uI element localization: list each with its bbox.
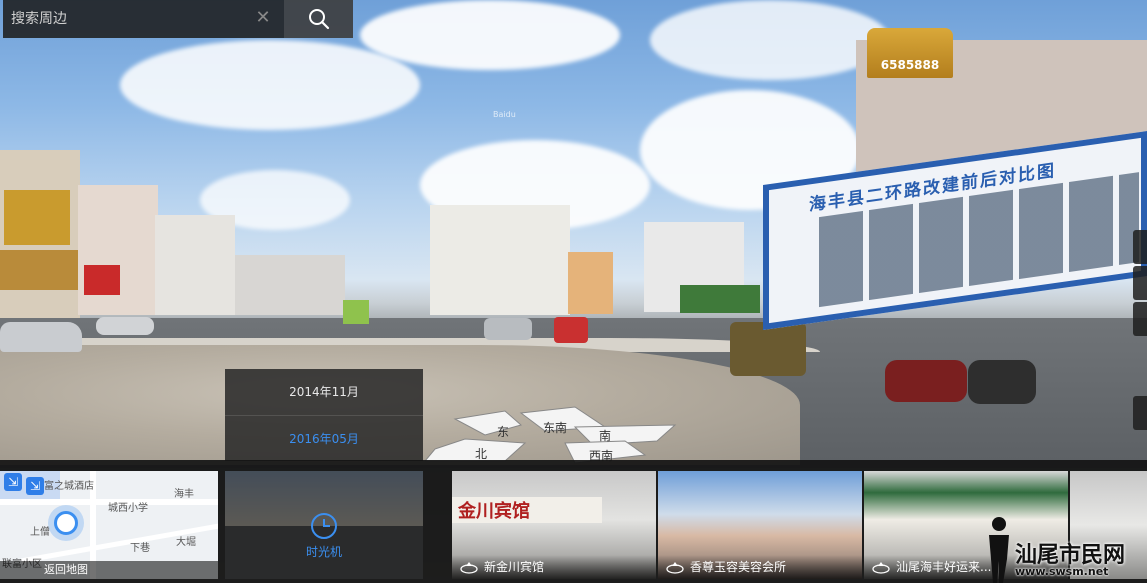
motorbike — [968, 360, 1036, 404]
time-machine-label: 时光机 — [305, 545, 342, 559]
cloud — [120, 40, 420, 130]
person-silhouette-icon — [989, 517, 1009, 583]
direction-compass: 东 东南 南 北 西南 — [423, 405, 695, 465]
building — [78, 185, 158, 315]
car — [484, 318, 532, 340]
map-label: 大堀 — [176, 537, 196, 548]
shop-sign: 金川宾馆 — [458, 501, 530, 522]
date-option-2016-05[interactable]: 2016年05月 — [225, 415, 423, 461]
building — [0, 150, 80, 320]
map-label: 城西小学 — [108, 503, 148, 514]
nearby-thumbnail[interactable]: 金川宾馆 新金川宾馆 — [452, 471, 656, 579]
site-logo: 汕尾市民网 www.swsm.net — [985, 515, 1147, 583]
thumbnail-caption: 新金川宾馆 — [452, 555, 656, 579]
street-view-icon — [872, 562, 890, 574]
map-label: 上僧 — [30, 527, 50, 538]
bus — [343, 300, 369, 324]
arrow-east[interactable] — [453, 410, 523, 436]
watermark: Baidu — [493, 110, 516, 119]
compass-label-southeast: 东南 — [543, 421, 568, 435]
time-machine-button[interactable]: 时光机 — [225, 471, 423, 579]
current-location-icon — [54, 511, 78, 535]
search-box: ✕ — [3, 0, 284, 38]
building — [235, 255, 345, 315]
cloud — [650, 0, 890, 80]
building — [430, 205, 570, 315]
building — [568, 252, 613, 314]
map-pin-icon[interactable]: ⇲ — [26, 477, 44, 495]
compass-label-east: 东 — [497, 425, 510, 439]
search-icon — [308, 9, 329, 30]
map-label: 下巷 — [130, 543, 150, 554]
tricycle — [554, 317, 588, 343]
site-logo-url: www.swsm.net — [1015, 565, 1109, 578]
tricycle — [730, 322, 806, 376]
map-label: 海丰 — [174, 489, 194, 500]
trees — [680, 285, 760, 313]
compass-label-south: 南 — [599, 429, 612, 443]
map-pin-icon[interactable]: ⇲ — [4, 473, 22, 491]
shop-sign — [0, 250, 80, 290]
car — [96, 317, 154, 335]
side-toolbar — [1133, 230, 1147, 430]
back-to-map-button[interactable]: 返回地图 — [0, 561, 218, 579]
hotel-sign: 6585888 — [867, 28, 953, 78]
building — [155, 215, 235, 315]
shop-sign — [4, 190, 70, 245]
search-input[interactable] — [3, 0, 243, 38]
street-view-icon — [666, 562, 684, 574]
minimap[interactable]: ⇲ ⇲ 富之城酒店 海丰 城西小学 上僧 下巷 大堀 联富小区 返回地图 — [0, 471, 218, 579]
street-view-icon — [460, 562, 478, 574]
cloud — [360, 0, 620, 70]
shop-sign — [84, 265, 120, 295]
car — [0, 322, 82, 352]
map-label: 富之城酒店 — [44, 481, 94, 492]
side-tool-button[interactable] — [1133, 230, 1147, 264]
thumbnail-caption: 香尊玉容美容会所 — [658, 555, 862, 579]
side-tool-button[interactable] — [1133, 396, 1147, 430]
clock-icon — [311, 513, 337, 539]
time-machine-dropdown: 2014年11月 2016年05月 — [225, 369, 423, 461]
motorbike — [885, 360, 967, 402]
close-icon[interactable]: ✕ — [254, 9, 272, 27]
nearby-thumbnail[interactable]: 香尊玉容美容会所 — [658, 471, 862, 579]
date-option-2014-11[interactable]: 2014年11月 — [225, 369, 423, 415]
search-button[interactable] — [284, 0, 353, 38]
side-tool-button[interactable] — [1133, 266, 1147, 300]
side-tool-button[interactable] — [1133, 302, 1147, 336]
